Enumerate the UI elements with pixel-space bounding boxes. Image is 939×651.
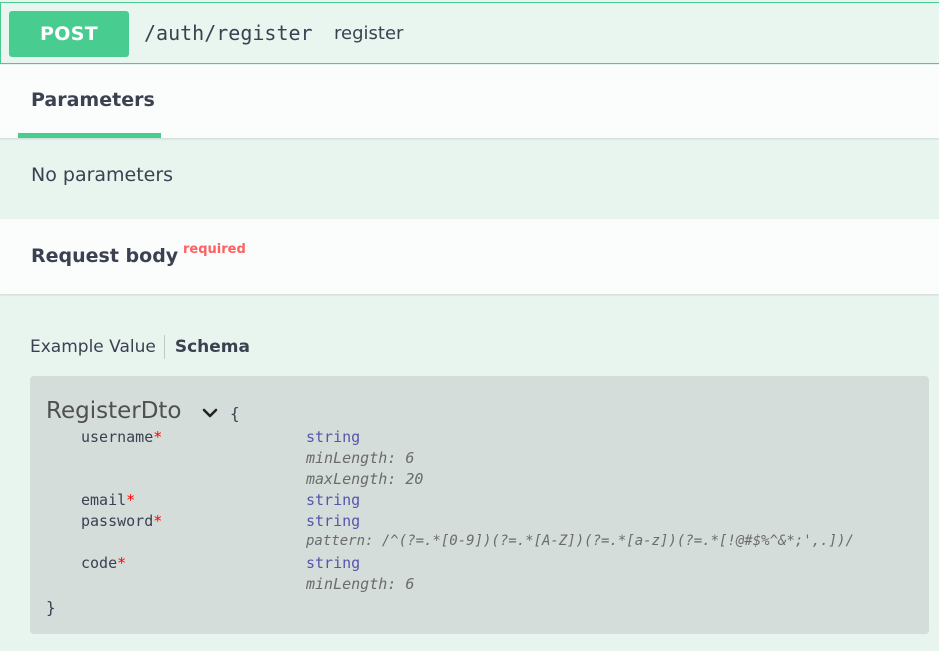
tab-example-value[interactable]: Example Value (30, 335, 165, 359)
property-name-email: email* (81, 491, 135, 509)
required-asterisk: * (153, 428, 163, 446)
required-asterisk: * (126, 491, 136, 509)
parameters-header: Parameters (0, 65, 939, 138)
property-name-code: code* (81, 554, 126, 572)
property-type: string (306, 491, 361, 509)
tab-schema[interactable]: Schema (165, 335, 250, 359)
operation-summary[interactable]: POST /auth/register register (0, 2, 939, 64)
property-label: code (81, 554, 118, 572)
chevron-down-icon[interactable] (200, 403, 220, 423)
request-body-header: Request body required (0, 219, 939, 294)
property-constraint: minLength: 6 (306, 575, 415, 593)
required-asterisk: * (153, 512, 163, 530)
property-label: email (81, 491, 127, 509)
property-type: string (306, 512, 361, 530)
tab-parameters[interactable]: Parameters (18, 65, 161, 138)
property-type: string (306, 428, 361, 446)
no-parameters-text: No parameters (31, 164, 174, 186)
property-type: string (306, 554, 361, 572)
operation-description: register (334, 23, 404, 44)
schema-model-box: RegisterDto { username* string minLength… (30, 376, 929, 634)
property-label: username (81, 428, 154, 446)
open-brace: { (230, 404, 240, 423)
property-constraint: minLength: 6 (306, 449, 415, 467)
tab-parameters-label: Parameters (31, 89, 155, 111)
request-body-title: Request body (31, 245, 179, 267)
property-constraint: maxLength: 20 (306, 470, 424, 488)
required-label: required (183, 242, 246, 257)
property-name-username: username* (81, 428, 162, 446)
endpoint-path: /auth/register (144, 21, 313, 45)
method-badge: POST (9, 11, 129, 57)
model-tabs: Example Value Schema (30, 334, 250, 360)
property-label: password (81, 512, 154, 530)
property-constraint: pattern: /^(?=.*[0-9])(?=.*[A-Z])(?=.*[a… (306, 533, 854, 549)
model-title[interactable]: RegisterDto (46, 398, 182, 424)
close-brace: } (46, 598, 56, 617)
required-asterisk: * (117, 554, 127, 572)
property-name-password: password* (81, 512, 162, 530)
